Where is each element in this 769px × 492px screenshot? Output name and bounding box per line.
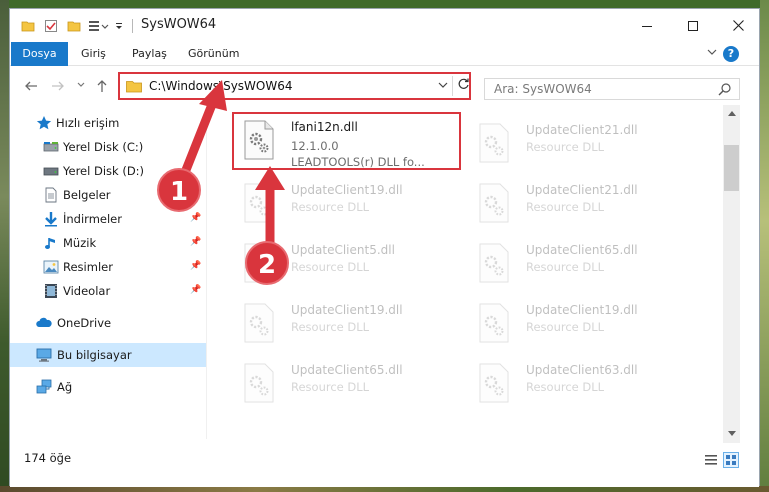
- arrow-2-head: [255, 166, 285, 190]
- annotation-badge-2: 2: [245, 241, 289, 285]
- annotation-arrows: [181, 80, 285, 248]
- annotation-badge-1: 1: [157, 168, 201, 212]
- arrow-1-shaft: [181, 97, 218, 175]
- arrow-1-head: [199, 80, 227, 111]
